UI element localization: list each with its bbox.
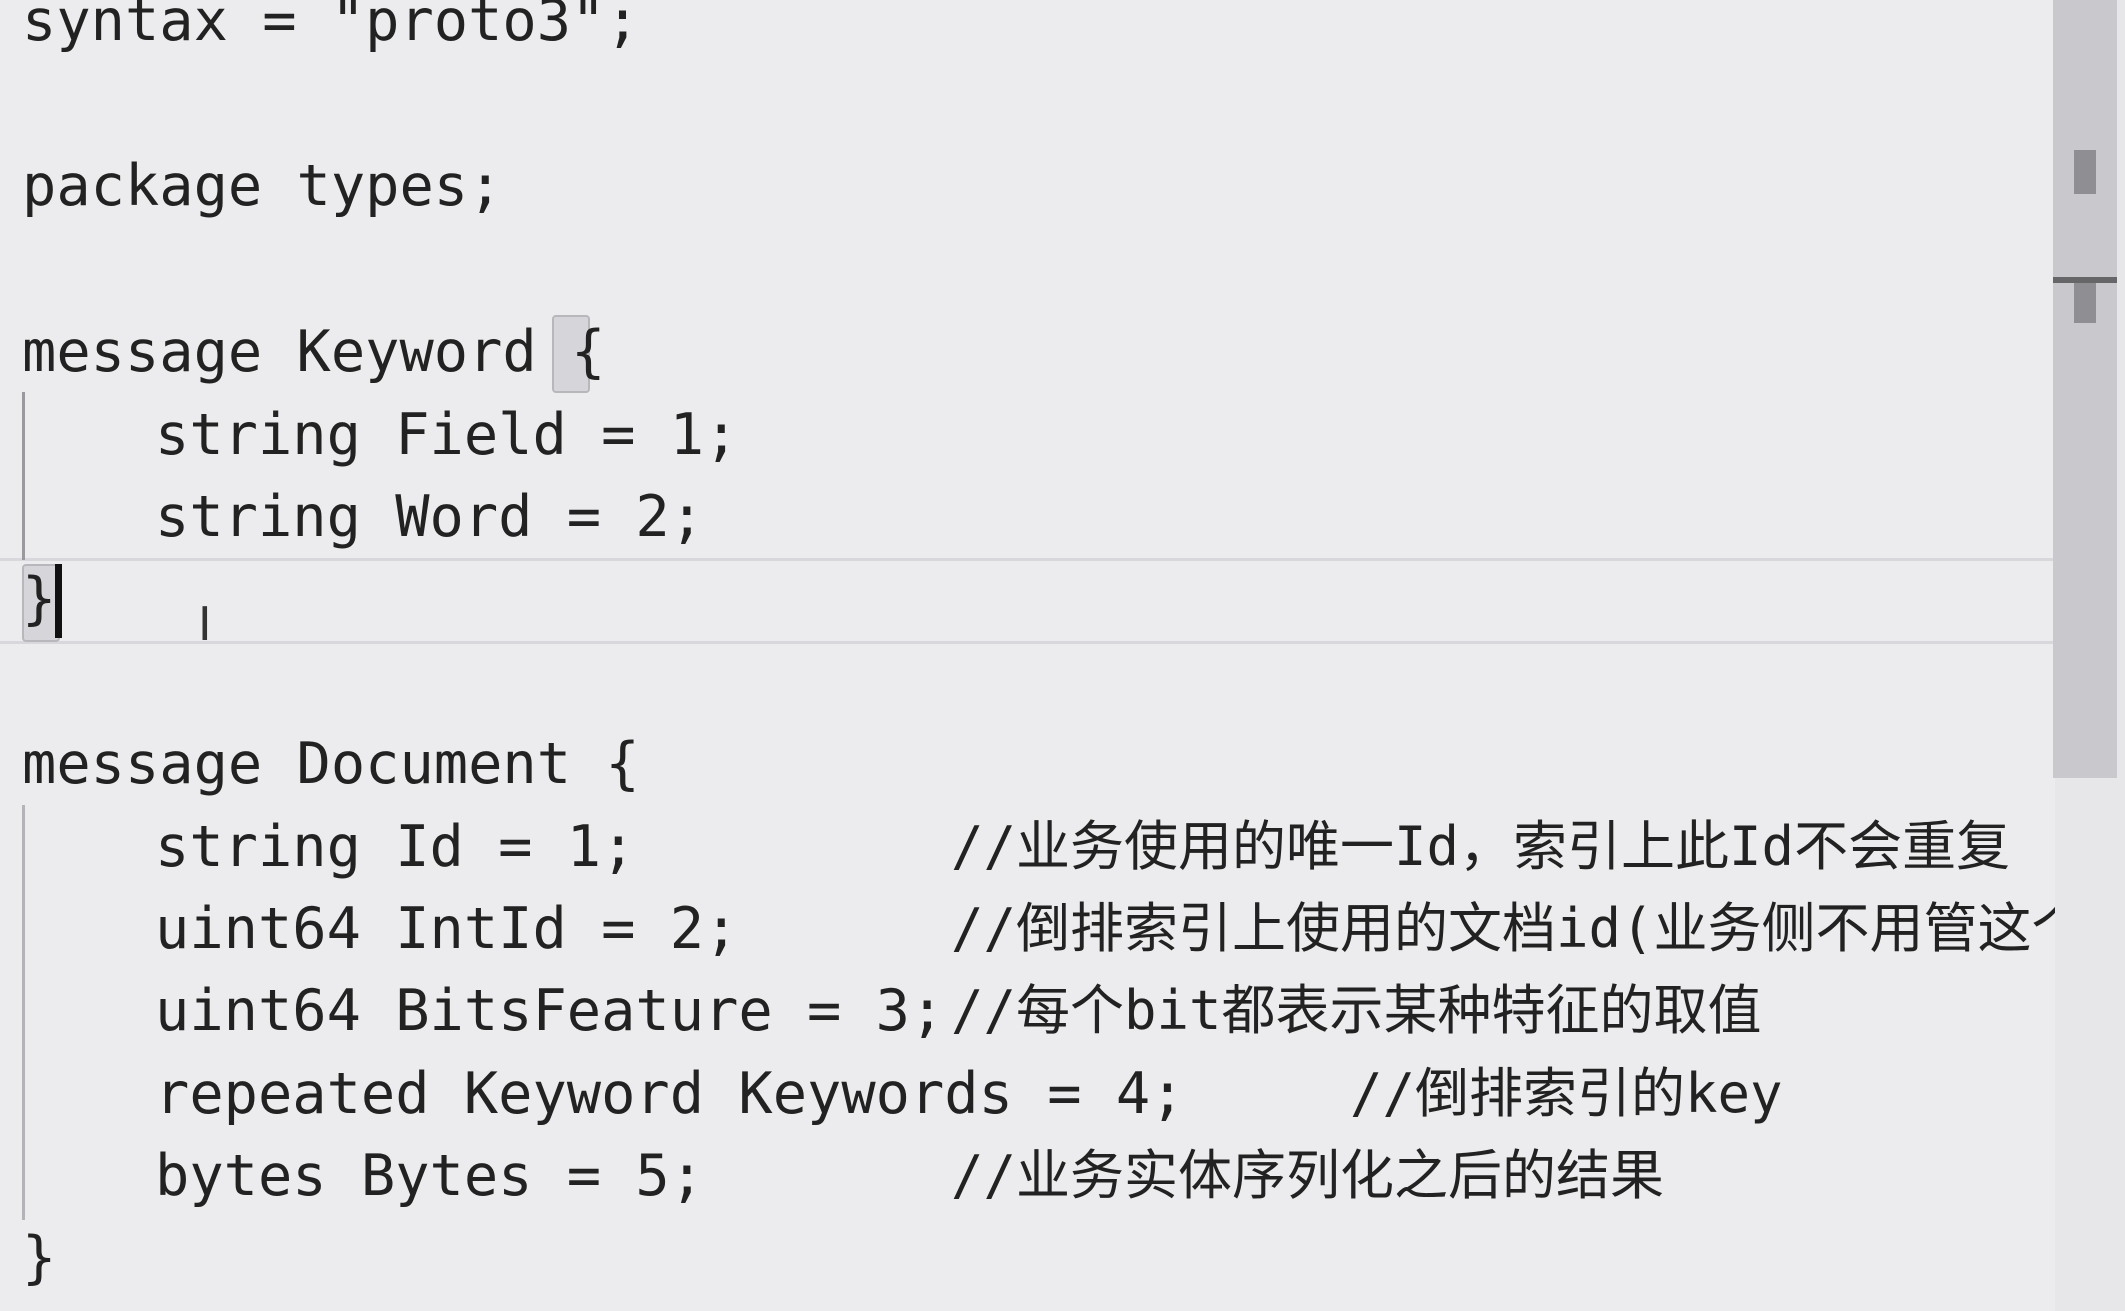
comment-bitsfeature[interactable]: //每个bit都表示某种特征的取值 xyxy=(951,970,1762,1052)
code-line-syntax[interactable]: syntax = "proto3"; xyxy=(22,0,640,62)
comment-intid[interactable]: //倒排索引上使用的文档id(业务侧不用管这个 xyxy=(951,888,2055,970)
message-keyword-decl: message Keyword xyxy=(22,319,572,385)
text-caret xyxy=(55,564,62,638)
code-line-message-document[interactable]: message Document { xyxy=(22,723,640,805)
code-line-id[interactable]: string Id = 1; xyxy=(155,806,635,888)
current-line-highlight xyxy=(0,558,2055,644)
code-line-message-keyword[interactable]: message Keyword { xyxy=(22,311,605,393)
open-brace-keyword: { xyxy=(571,319,606,385)
code-line-close-keyword[interactable]: } xyxy=(22,558,56,640)
scrollbar-thumb[interactable] xyxy=(2053,0,2117,778)
ibeam-cursor-icon: I xyxy=(198,597,212,651)
code-line-intid[interactable]: uint64 IntId = 2; xyxy=(155,888,738,970)
code-line-package[interactable]: package types; xyxy=(22,145,502,227)
indent-guide-document xyxy=(22,805,25,1220)
code-line-bytes[interactable]: bytes Bytes = 5; xyxy=(155,1135,704,1217)
indent-guide-keyword xyxy=(22,392,25,560)
scrollbar-marker-top xyxy=(2074,150,2096,194)
scrollbar-marker-bottom xyxy=(2074,283,2096,323)
comment-keywords[interactable]: //倒排索引的key xyxy=(1350,1053,1783,1135)
code-line-keywords[interactable]: repeated Keyword Keywords = 4; xyxy=(155,1053,1185,1135)
code-editor[interactable]: syntax = "proto3"; package types; messag… xyxy=(0,0,2125,1311)
code-line-field[interactable]: string Field = 1; xyxy=(155,394,738,476)
code-line-word[interactable]: string Word = 2; xyxy=(155,476,704,558)
code-line-close-document[interactable]: } xyxy=(22,1217,56,1299)
comment-bytes[interactable]: //业务实体序列化之后的结果 xyxy=(951,1135,1664,1217)
comment-id[interactable]: //业务使用的唯一Id，索引上此Id不会重复 xyxy=(951,806,2010,888)
code-line-bitsfeature[interactable]: uint64 BitsFeature = 3; xyxy=(155,970,944,1052)
